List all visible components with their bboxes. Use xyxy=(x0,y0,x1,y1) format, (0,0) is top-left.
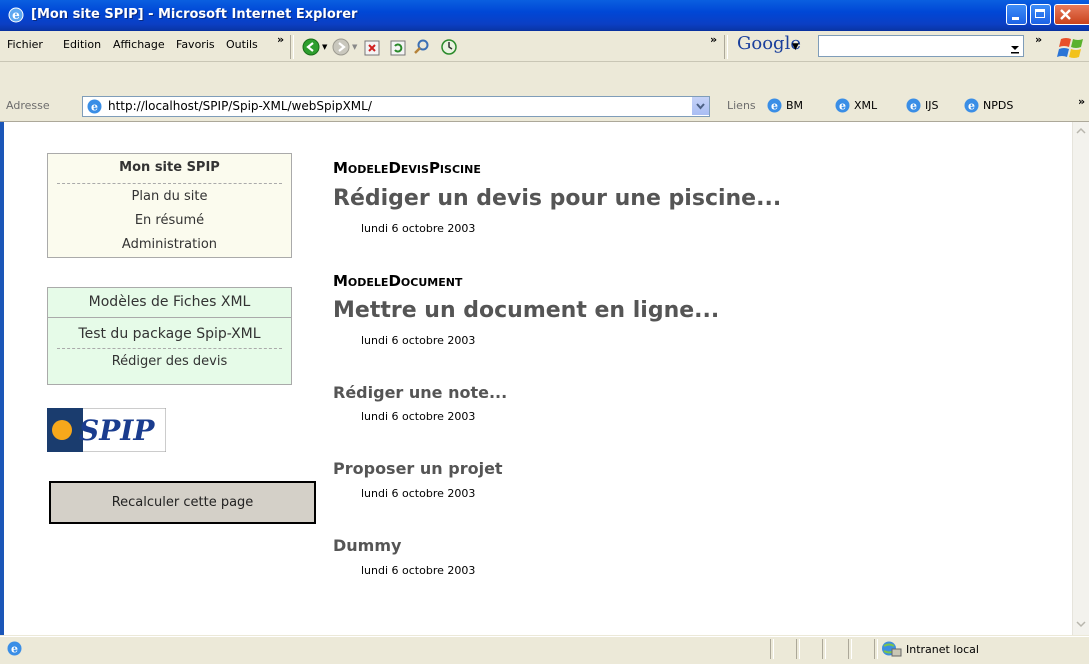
address-dropdown-button[interactable] xyxy=(691,97,709,115)
forward-icon[interactable] xyxy=(332,38,350,56)
divider xyxy=(57,348,282,349)
site-nav-item[interactable]: Plan du site xyxy=(48,189,291,204)
site-title[interactable]: Mon site SPIP xyxy=(48,160,291,175)
refresh-icon[interactable] xyxy=(389,39,407,57)
status-divider xyxy=(822,639,826,659)
google-input-dropdown-icon[interactable] xyxy=(1007,36,1023,56)
ie-page-icon: e xyxy=(964,98,979,113)
divider xyxy=(57,183,282,184)
site-nav-item[interactable]: En résumé xyxy=(48,213,291,228)
windows-logo-icon xyxy=(1057,38,1083,58)
security-zone-label: Intranet local xyxy=(906,643,979,656)
ie-page-icon: e xyxy=(835,98,850,113)
close-icon xyxy=(1060,9,1071,20)
svg-text:e: e xyxy=(11,643,18,656)
link-ijs[interactable]: e IJS xyxy=(905,97,938,114)
history-icon[interactable] xyxy=(440,38,458,56)
stop-icon[interactable] xyxy=(363,39,381,57)
link-xml-label: XML xyxy=(854,99,878,112)
menu-edition[interactable]: Edition xyxy=(63,38,101,51)
toolbar-separator xyxy=(724,35,728,59)
scroll-up-icon[interactable] xyxy=(1073,123,1089,139)
links-more-chevron-icon[interactable]: » xyxy=(1078,95,1085,108)
close-button[interactable] xyxy=(1054,4,1089,25)
article-date: lundi 6 octobre 2003 xyxy=(361,564,476,577)
article-title[interactable]: Mettre un document en ligne... xyxy=(333,298,719,323)
status-divider xyxy=(874,639,878,659)
forward-dropdown-icon[interactable]: ▼ xyxy=(352,43,357,51)
minimize-button[interactable] xyxy=(1006,4,1027,25)
menu-favoris[interactable]: Favoris xyxy=(176,38,215,51)
ie-status-icon: e xyxy=(7,641,22,656)
toolbar-separator xyxy=(290,35,294,59)
google-dropdown-icon[interactable]: ▼ xyxy=(792,42,799,52)
link-bm[interactable]: e BM xyxy=(766,97,803,114)
window-title: [Mon site SPIP] - Microsoft Internet Exp… xyxy=(31,7,358,22)
ie-icon: e xyxy=(8,7,24,23)
intranet-zone-icon xyxy=(882,641,902,657)
google-search-input[interactable] xyxy=(818,35,1024,57)
toolbar-more-chevron-icon[interactable]: » xyxy=(710,33,717,46)
menu-affichage[interactable]: Affichage xyxy=(113,38,165,51)
menu-fichier[interactable]: Fichier xyxy=(7,38,43,51)
spip-logo[interactable]: SPIP xyxy=(47,408,166,452)
scroll-down-icon[interactable] xyxy=(1073,616,1089,632)
chevron-down-icon xyxy=(696,103,705,110)
article-title[interactable]: Rédiger un devis pour une piscine... xyxy=(333,186,781,211)
status-divider xyxy=(848,639,852,659)
svg-text:e: e xyxy=(910,100,917,113)
address-url[interactable]: http://localhost/SPIP/Spip-XML/webSpipXM… xyxy=(108,99,372,113)
section-heading[interactable]: ModeleDevisPiscine xyxy=(333,159,481,177)
link-bm-label: BM xyxy=(786,99,804,112)
ie-page-icon: e xyxy=(906,98,921,113)
status-divider xyxy=(770,639,774,659)
section-item[interactable]: Test du package Spip-XML xyxy=(48,326,291,342)
svg-text:e: e xyxy=(771,100,778,113)
article-title[interactable]: Dummy xyxy=(333,536,401,555)
link-npds-label: NPDS xyxy=(983,99,1014,112)
section-heading[interactable]: ModeleDocument xyxy=(333,272,462,290)
article-date: lundi 6 octobre 2003 xyxy=(361,334,476,347)
menu-outils[interactable]: Outils xyxy=(226,38,258,51)
svg-text:e: e xyxy=(839,100,846,113)
links-label: Liens xyxy=(727,99,756,112)
article-date: lundi 6 octobre 2003 xyxy=(361,487,476,500)
menu-more-chevron-icon[interactable]: » xyxy=(277,33,284,46)
link-xml[interactable]: e XML xyxy=(834,97,877,114)
link-ijs-label: IJS xyxy=(925,99,939,112)
svg-text:e: e xyxy=(12,8,20,22)
back-icon[interactable] xyxy=(302,38,320,56)
google-more-chevron-icon[interactable]: » xyxy=(1035,33,1042,46)
ie-page-icon: e xyxy=(767,98,782,113)
search-icon[interactable] xyxy=(413,38,431,56)
site-nav-item[interactable]: Administration xyxy=(48,237,291,252)
window-left-border xyxy=(0,122,4,635)
article-date: lundi 6 octobre 2003 xyxy=(361,410,476,423)
maximize-button[interactable] xyxy=(1030,4,1051,25)
vertical-scrollbar[interactable] xyxy=(1072,122,1089,635)
page-ie-icon: e xyxy=(87,99,102,114)
article-date: lundi 6 octobre 2003 xyxy=(361,222,476,235)
address-label: Adresse xyxy=(6,99,50,112)
svg-text:SPIP: SPIP xyxy=(79,414,155,447)
back-dropdown-icon[interactable]: ▼ xyxy=(322,43,327,51)
section-item[interactable]: Rédiger des devis xyxy=(48,354,291,369)
svg-text:e: e xyxy=(91,101,98,114)
recalculate-page-button[interactable]: Recalculer cette page xyxy=(49,481,316,524)
section-item[interactable]: Modèles de Fiches XML xyxy=(48,294,291,310)
divider xyxy=(48,317,291,318)
link-npds[interactable]: e NPDS xyxy=(963,97,1013,114)
article-title[interactable]: Proposer un projet xyxy=(333,459,503,478)
status-divider xyxy=(796,639,800,659)
article-title[interactable]: Rédiger une note... xyxy=(333,383,507,402)
svg-text:e: e xyxy=(968,100,975,113)
